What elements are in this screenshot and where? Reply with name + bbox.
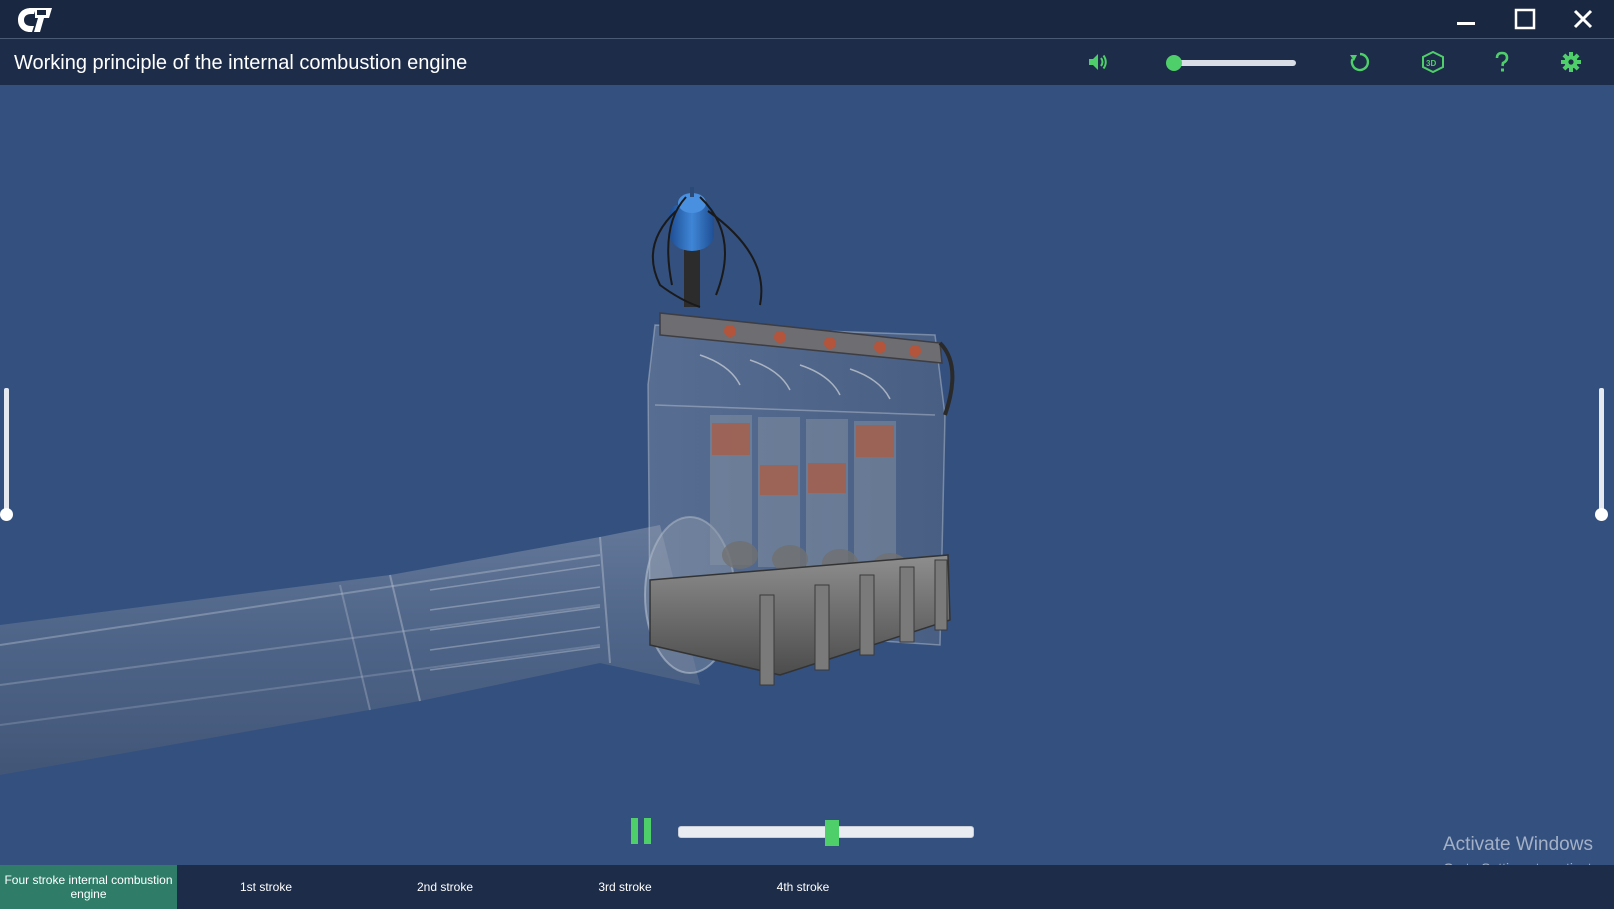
maximize-icon[interactable] [1505, 4, 1545, 34]
volume-slider[interactable] [1164, 54, 1298, 72]
pause-icon-bar [631, 818, 638, 844]
left-slider-track [4, 388, 9, 512]
help-icon[interactable] [1489, 49, 1515, 75]
animation-timeline-slider[interactable] [676, 820, 976, 846]
tab-2nd-stroke[interactable]: 2nd stroke [385, 865, 505, 909]
tab-3rd-stroke[interactable]: 3rd stroke [565, 865, 685, 909]
pause-button[interactable] [628, 818, 656, 846]
tab-four-stroke-engine[interactable]: Four stroke internal combustion engine [0, 865, 177, 909]
close-icon[interactable] [1563, 4, 1603, 34]
left-slider-knob[interactable] [0, 508, 13, 521]
speaker-icon[interactable] [1085, 49, 1111, 75]
volume-track [1170, 60, 1296, 66]
page-title: Working principle of the internal combus… [14, 52, 468, 74]
timeline-thumb[interactable] [824, 820, 839, 846]
3d-viewport[interactable] [0, 85, 1614, 865]
stroke-tabs-bar: Four stroke internal combustion engine 1… [0, 865, 1614, 909]
tab-4th-stroke[interactable]: 4th stroke [743, 865, 863, 909]
window-titlebar [0, 0, 1614, 39]
minimize-icon[interactable] [1446, 4, 1486, 34]
pause-icon-bar [644, 818, 651, 844]
app-logo [14, 6, 54, 34]
3d-cube-icon[interactable]: 3D [1420, 49, 1446, 75]
svg-text:3D: 3D [1426, 59, 1436, 68]
tab-1st-stroke[interactable]: 1st stroke [206, 865, 326, 909]
restart-icon[interactable] [1347, 49, 1373, 75]
left-vertical-slider[interactable] [0, 388, 14, 522]
watermark-title: Activate Windows [1443, 834, 1593, 855]
gear-icon[interactable] [1558, 49, 1584, 75]
volume-thumb[interactable] [1166, 55, 1183, 71]
app-toolbar: Working principle of the internal combus… [0, 39, 1614, 85]
right-slider-track [1599, 388, 1604, 512]
right-vertical-slider[interactable] [1595, 388, 1609, 522]
right-slider-knob[interactable] [1595, 508, 1608, 521]
engine-model-illustration [0, 187, 955, 775]
